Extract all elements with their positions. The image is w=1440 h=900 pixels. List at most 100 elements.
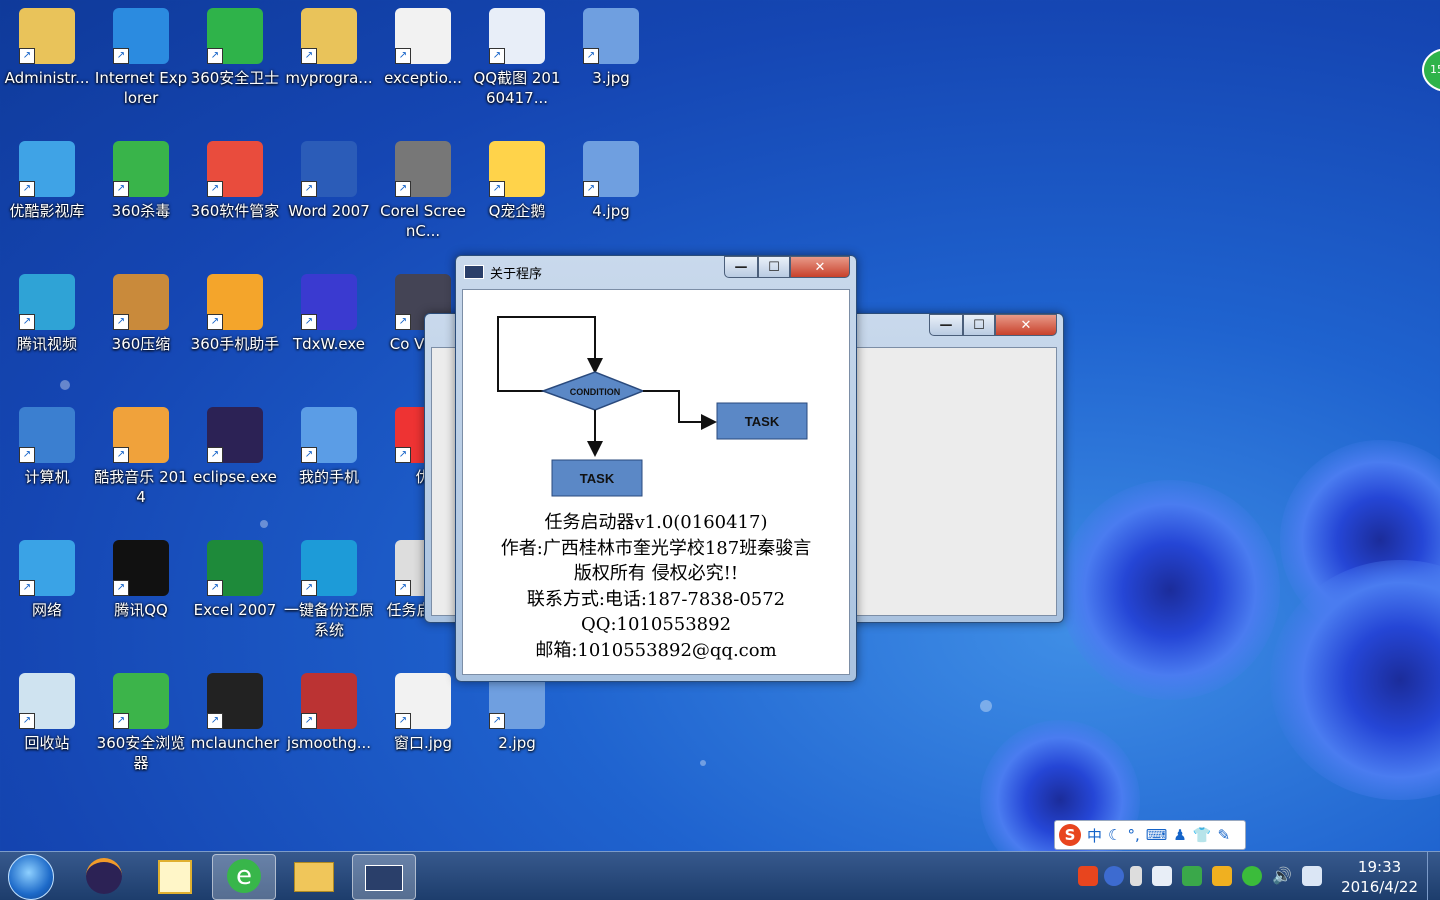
shortcut-arrow-icon: ↗	[19, 447, 35, 463]
desktop-icon[interactable]: ↗ 腾讯视频	[0, 274, 94, 354]
desktop-icon[interactable]: ↗ eclipse.exe	[188, 407, 282, 487]
close-button[interactable]: ✕	[995, 314, 1057, 336]
desktop-icon-label: eclipse.exe	[193, 468, 277, 486]
display-icon[interactable]	[1152, 866, 1172, 886]
close-button[interactable]: ✕	[790, 256, 850, 278]
sogou-tray-icon[interactable]	[1078, 866, 1098, 886]
ime-toolbar[interactable]: S 中 ☾ °, ⌨ ♟ 👕 ✎	[1054, 820, 1246, 850]
exception-file-icon: ↗	[395, 8, 451, 64]
taskbar-eclipse[interactable]	[74, 854, 136, 898]
keyboard-icon[interactable]: ⌨	[1146, 826, 1168, 844]
desktop-icon[interactable]: ↗ 网络	[0, 540, 94, 620]
kuwo-music-icon: ↗	[113, 407, 169, 463]
desktop-icon[interactable]: ↗ Administr...	[0, 8, 94, 88]
desktop-icon[interactable]: ↗ 酷我音乐 2014	[94, 407, 188, 507]
desktop-icon[interactable]: ↗ 360压缩	[94, 274, 188, 354]
corel-screencap-icon: ↗	[395, 141, 451, 197]
360-zip-icon: ↗	[113, 274, 169, 330]
desktop-icon[interactable]: ↗ TdxW.exe	[282, 274, 376, 354]
desktop-icon-label: 360安全浏览器	[96, 734, 186, 772]
taskbar-explorer[interactable]	[282, 854, 344, 898]
desktop-icon[interactable]: ↗ 腾讯QQ	[94, 540, 188, 620]
shortcut-arrow-icon: ↗	[301, 181, 317, 197]
notification-badge[interactable]: 15	[1422, 48, 1440, 92]
desktop-icon[interactable]: ↗ 360手机助手	[188, 274, 282, 354]
taskbar-360-browser[interactable]: e	[212, 854, 276, 900]
desktop-icon-label: 窗口.jpg	[394, 734, 452, 752]
taskbar-snipping[interactable]	[144, 854, 206, 898]
desktop-icon-label: Administr...	[4, 69, 90, 87]
tools-icon[interactable]: ✎	[1218, 826, 1231, 844]
minimize-button[interactable]: —	[724, 256, 758, 278]
contact-email: 邮箱:1010553892@qq.com	[535, 639, 777, 661]
desktop-icon[interactable]: ↗ jsmoothg...	[282, 673, 376, 753]
taskbar-task-launcher[interactable]	[352, 854, 416, 900]
desktop-icon[interactable]: ↗ 360软件管家	[188, 141, 282, 221]
360-browser-icon: ↗	[113, 673, 169, 729]
360-security-icon: ↗	[207, 8, 263, 64]
shortcut-arrow-icon: ↗	[19, 48, 35, 64]
start-button[interactable]	[8, 854, 54, 900]
image-4-icon: ↗	[583, 141, 639, 197]
taskbar: e 🔊 19:33 2016/4/22	[0, 851, 1440, 900]
desktop-icon[interactable]: ↗ Excel 2007	[188, 540, 282, 620]
desktop-icon[interactable]: ↗ exceptio...	[376, 8, 470, 88]
desktop-icon[interactable]: ↗ 一键备份还原系统	[282, 540, 376, 640]
360-icon[interactable]	[1212, 866, 1232, 886]
desktop-icon-label: 腾讯视频	[16, 335, 77, 353]
360-guard-icon[interactable]	[1242, 866, 1262, 886]
clock[interactable]: 19:33 2016/4/22	[1341, 857, 1418, 897]
copyright: 版权所有 侵权必究!!	[573, 563, 739, 585]
ime-language-toggle[interactable]: 中	[1087, 825, 1102, 846]
app-version: 任务启动器v1.0(0160417)	[544, 512, 768, 533]
punctuation-icon[interactable]: °,	[1127, 826, 1139, 844]
desktop-icon[interactable]: ↗ 回收站	[0, 673, 94, 753]
desktop-icon[interactable]: ↗ 计算机	[0, 407, 94, 487]
computer-icon: ↗	[19, 407, 75, 463]
about-window-titlebar[interactable]: 关于程序	[464, 262, 542, 282]
desktop-icon[interactable]: ↗ 我的手机	[282, 407, 376, 487]
show-desktop-button[interactable]	[1427, 852, 1440, 900]
desktop-icon-label: mclauncher	[190, 734, 280, 752]
about-window[interactable]: 关于程序 — ☐ ✕ CONDITION TASK TASK 任务启动器v1.0…	[455, 255, 857, 682]
shortcut-arrow-icon: ↗	[395, 48, 411, 64]
desktop-icon[interactable]: ↗ 360安全浏览器	[94, 673, 188, 773]
desktop-icon[interactable]: ↗ Corel ScreenC...	[376, 141, 470, 241]
desktop-icon[interactable]: ↗ Internet Explorer	[94, 8, 188, 108]
help-icon[interactable]	[1104, 866, 1124, 886]
usb-icon[interactable]	[1130, 866, 1142, 886]
moon-icon[interactable]: ☾	[1108, 826, 1121, 844]
desktop-icon[interactable]: ↗ 优酷影视库	[0, 141, 94, 221]
shield-icon[interactable]	[1182, 866, 1202, 886]
qq-screenshot-icon: ↗	[489, 8, 545, 64]
desktop-icon[interactable]: ↗ 360杀毒	[94, 141, 188, 221]
volume-icon[interactable]: 🔊	[1272, 866, 1292, 886]
desktop-icon-label: exceptio...	[384, 69, 462, 87]
desktop-icon[interactable]: ↗ 2.jpg	[470, 673, 564, 753]
desktop-icon[interactable]: ↗ myprogra...	[282, 8, 376, 88]
network-tray-icon[interactable]	[1302, 866, 1322, 886]
desktop-icon-label: Internet Explorer	[94, 69, 188, 107]
window-title: 关于程序	[490, 266, 543, 282]
desktop-icon[interactable]: ↗ 4.jpg	[564, 141, 658, 221]
sogou-icon[interactable]: S	[1059, 824, 1081, 846]
desktop-icon[interactable]: ↗ 3.jpg	[564, 8, 658, 88]
desktop-icon[interactable]: ↗ 360安全卫士	[188, 8, 282, 88]
minimize-button[interactable]: —	[929, 314, 963, 336]
maximize-button[interactable]: ☐	[963, 314, 995, 336]
desktop-icon[interactable]: ↗ Q宠企鹅	[470, 141, 564, 221]
desktop-icon[interactable]: ↗ QQ截图 20160417...	[470, 8, 564, 108]
user-icon[interactable]: ♟	[1173, 826, 1186, 844]
desktop-icon-label: 2.jpg	[498, 734, 536, 752]
desktop-icon-label: 回收站	[24, 734, 70, 752]
eclipse-icon	[86, 858, 122, 894]
desktop-icon-label: 我的手机	[298, 468, 359, 486]
shortcut-arrow-icon: ↗	[301, 580, 317, 596]
desktop-icon[interactable]: ↗ mclauncher	[188, 673, 282, 753]
desktop-icon-label: 3.jpg	[592, 69, 630, 87]
maximize-button[interactable]: ☐	[758, 256, 790, 278]
desktop-icon[interactable]: ↗ 窗口.jpg	[376, 673, 470, 753]
desktop-icon[interactable]: ↗ Word 2007	[282, 141, 376, 221]
shortcut-arrow-icon: ↗	[395, 181, 411, 197]
skin-icon[interactable]: 👕	[1193, 826, 1212, 844]
